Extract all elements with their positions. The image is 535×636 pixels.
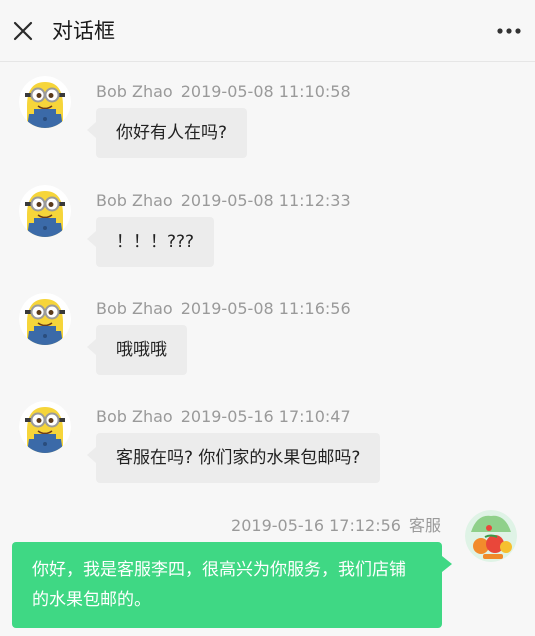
chat-message-list[interactable]: Bob Zhao 2019-05-08 11:10:58 你好有人在吗? Bob …	[0, 62, 535, 636]
message-time: 2019-05-08 11:16:56	[180, 299, 351, 318]
sender-name: Bob Zhao	[96, 191, 173, 210]
message-bubble[interactable]: 客服在吗? 你们家的水果包邮吗?	[86, 433, 381, 483]
message-time: 2019-05-08 11:12:33	[180, 191, 351, 210]
sender-name: Bob Zhao	[96, 299, 173, 318]
message-time: 2019-05-08 11:10:58	[180, 82, 351, 101]
message-meta: Bob Zhao 2019-05-08 11:10:58	[96, 82, 351, 102]
avatar[interactable]	[19, 76, 71, 128]
message-bubble[interactable]: ！！！???	[86, 217, 215, 267]
message-meta: 2019-05-16 17:12:56 客服	[231, 516, 441, 536]
message-meta: Bob Zhao 2019-05-16 17:10:47	[96, 407, 351, 427]
message-bubble[interactable]: 你好有人在吗?	[86, 108, 248, 158]
sender-name: 客服	[408, 516, 441, 535]
avatar[interactable]	[19, 185, 71, 237]
avatar[interactable]	[19, 401, 71, 453]
title-bar: 对话框	[0, 0, 535, 62]
message-meta: Bob Zhao 2019-05-08 11:16:56	[96, 299, 351, 319]
message-bubble[interactable]: 哦哦哦	[87, 325, 187, 375]
sender-name: Bob Zhao	[96, 407, 173, 426]
page-title: 对话框	[52, 19, 115, 43]
avatar[interactable]	[19, 293, 71, 345]
avatar[interactable]	[465, 510, 517, 562]
more-horizontal-icon[interactable]	[495, 18, 523, 44]
sender-name: Bob Zhao	[96, 82, 173, 101]
close-icon[interactable]	[11, 19, 35, 43]
message-time: 2019-05-16 17:12:56	[231, 516, 401, 535]
message-meta: Bob Zhao 2019-05-08 11:12:33	[96, 191, 351, 211]
message-time: 2019-05-16 17:10:47	[180, 407, 351, 426]
message-bubble[interactable]: 你好，我是客服李四，很高兴为你服务，我们店铺的水果包邮的。	[12, 542, 452, 628]
